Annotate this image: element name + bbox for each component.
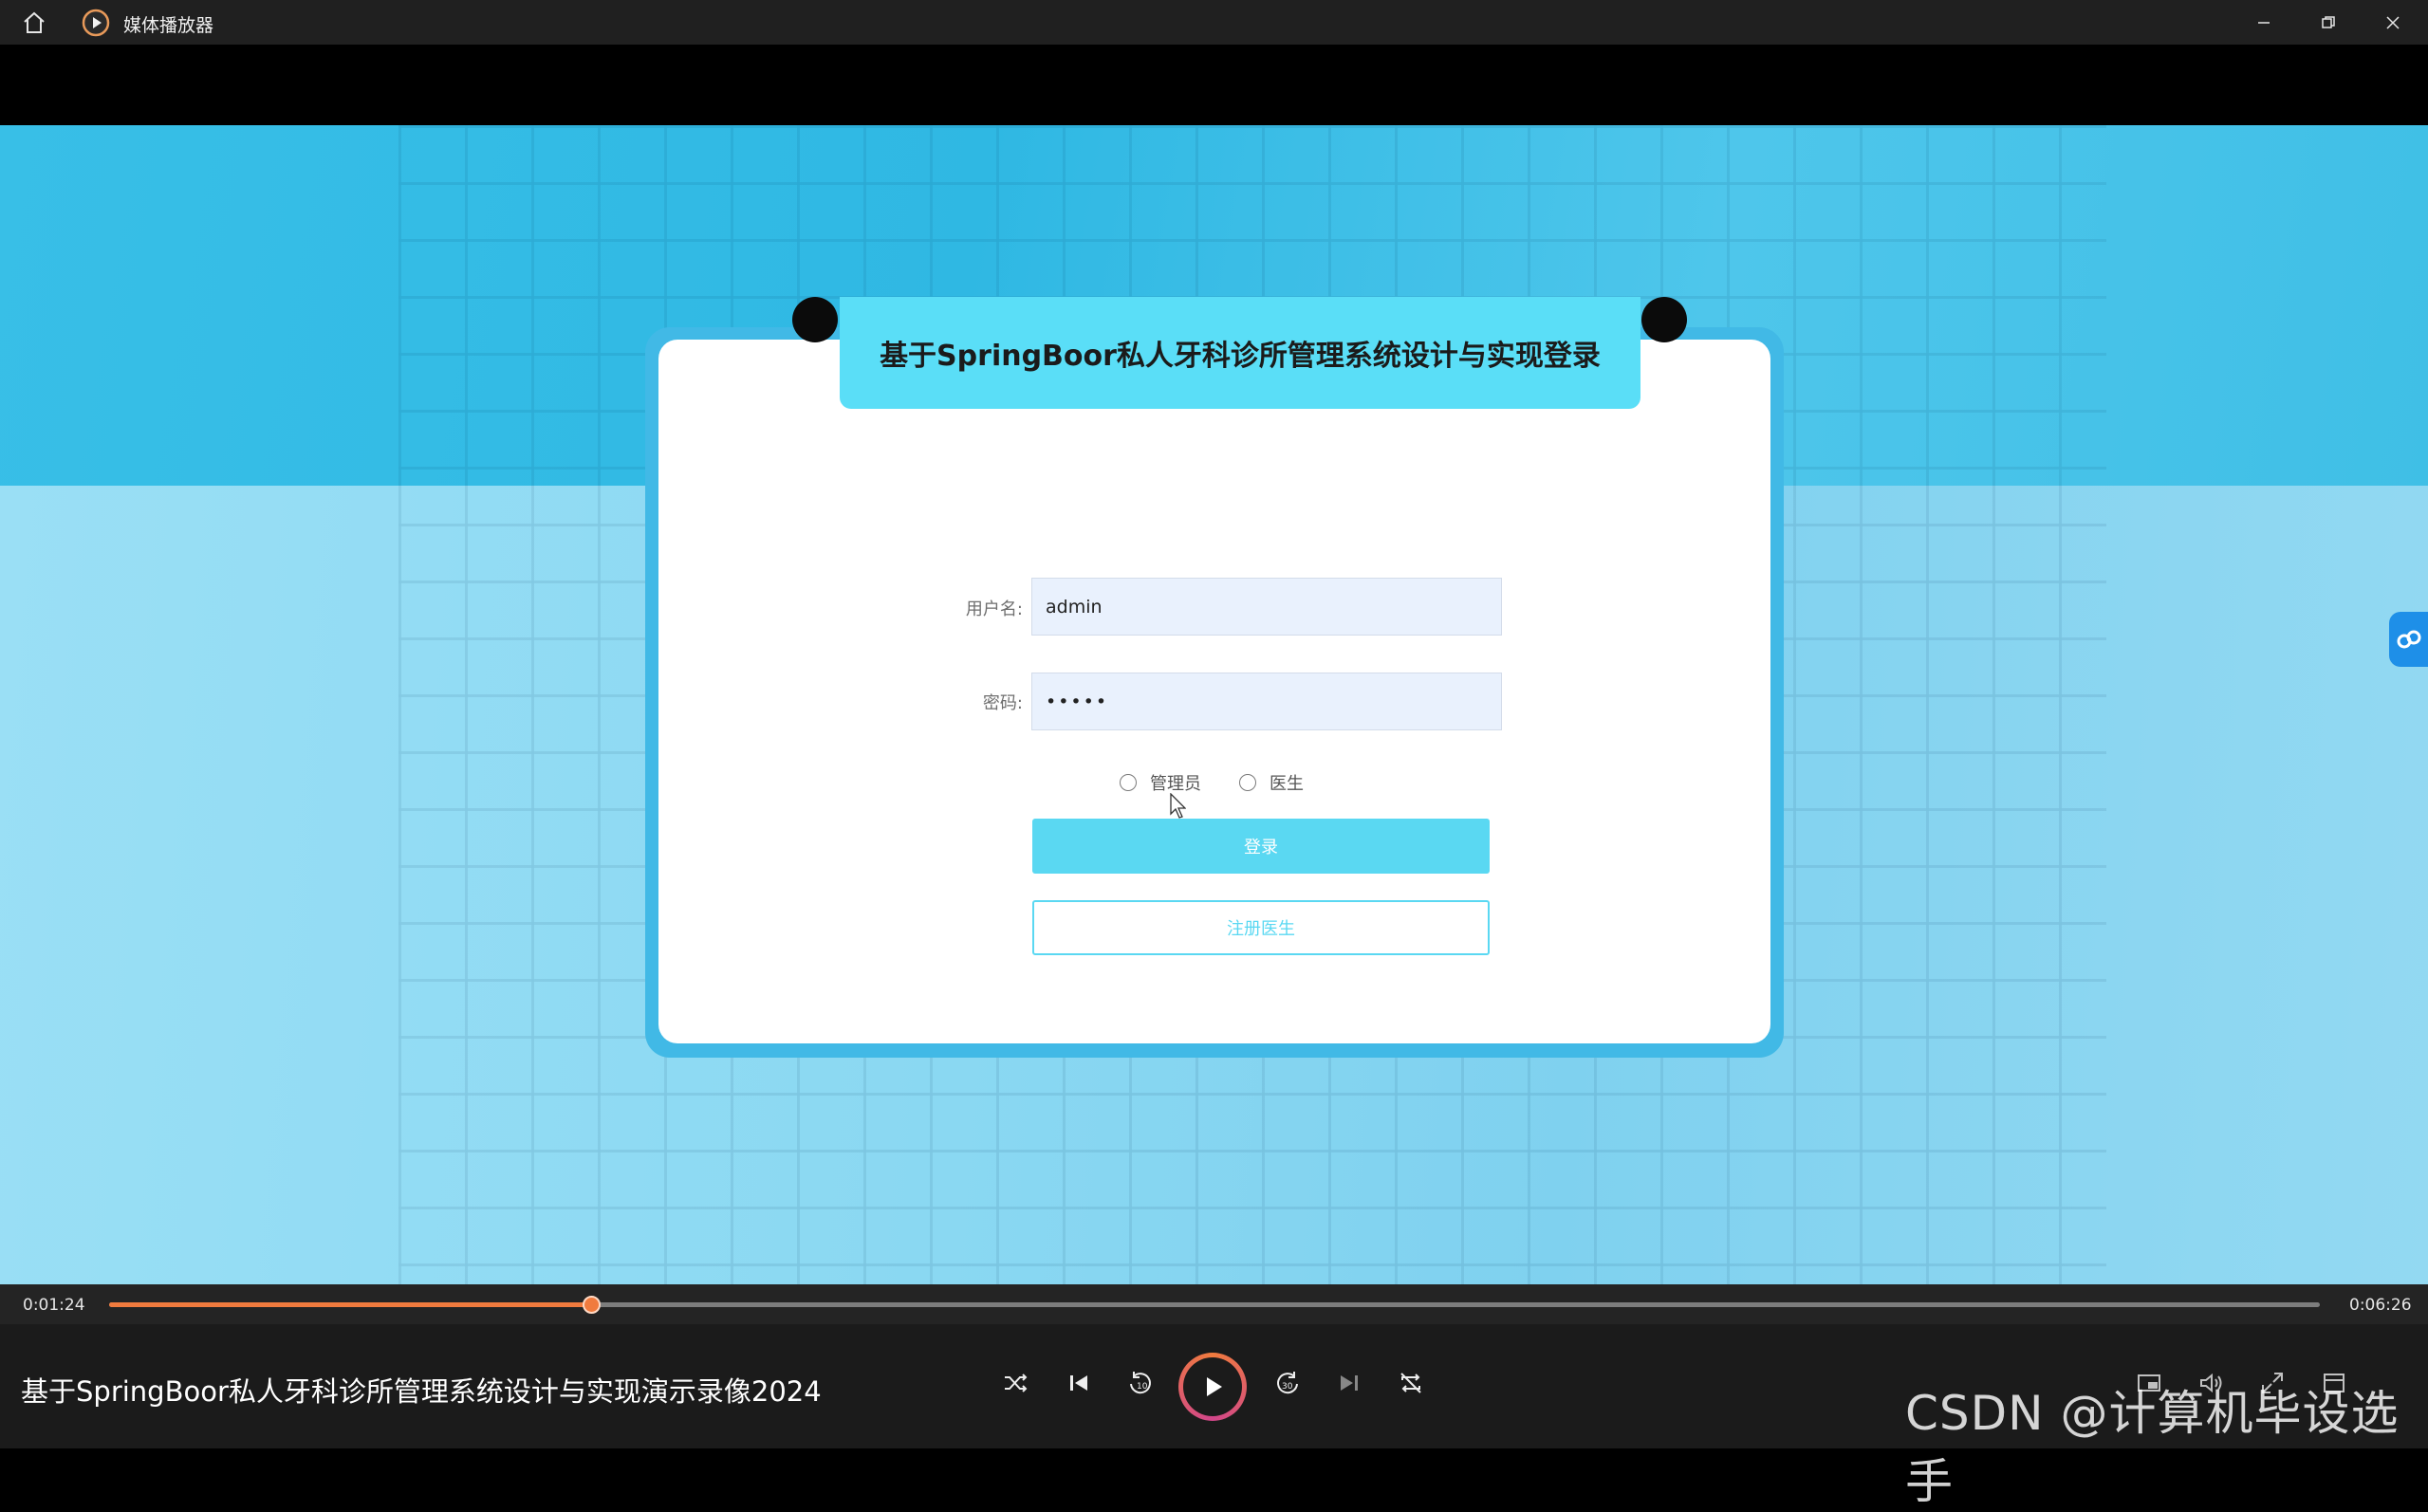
minimize-button[interactable]	[2232, 0, 2296, 45]
play-button[interactable]	[1178, 1353, 1247, 1421]
register-doctor-button[interactable]: 注册医生	[1032, 900, 1490, 955]
rewind-10-icon[interactable]: 10	[1120, 1362, 1161, 1404]
login-button[interactable]: 登录	[1032, 819, 1490, 874]
home-icon[interactable]	[19, 8, 49, 38]
player-controls: 基于SpringBoor私人牙科诊所管理系统设计与实现演示录像2024 10 3…	[0, 1324, 2428, 1509]
next-icon[interactable]	[1328, 1362, 1370, 1404]
card-decoration-right	[1641, 297, 1687, 342]
svg-text:30: 30	[1282, 1382, 1293, 1392]
login-header: 基于SpringBoor私人牙科诊所管理系统设计与实现登录	[840, 297, 1640, 409]
mouse-cursor-icon	[1169, 792, 1187, 823]
role-radio-group: 管理员 医生	[1120, 770, 1342, 795]
media-title: 基于SpringBoor私人牙科诊所管理系统设计与实现演示录像2024	[21, 1375, 822, 1408]
username-input[interactable]: admin	[1031, 578, 1502, 636]
card-decoration-left	[792, 297, 838, 342]
role-admin-label[interactable]: 管理员	[1150, 770, 1201, 795]
password-input[interactable]: •••••	[1031, 673, 1502, 730]
role-admin-radio[interactable]	[1120, 774, 1137, 791]
play-icon	[1183, 1357, 1242, 1416]
window-title: 媒体播放器	[123, 15, 214, 36]
link-icon	[2397, 630, 2420, 649]
previous-icon[interactable]	[1058, 1362, 1100, 1404]
username-label: 用户名:	[965, 599, 1023, 619]
shuffle-icon[interactable]	[994, 1362, 1036, 1404]
role-doctor-radio[interactable]	[1239, 774, 1256, 791]
svg-text:10: 10	[1137, 1382, 1148, 1392]
forward-30-icon[interactable]: 30	[1267, 1362, 1308, 1404]
seek-track[interactable]	[109, 1296, 2320, 1314]
side-float-widget[interactable]	[2389, 612, 2428, 667]
title-bar: 媒体播放器	[0, 0, 2428, 45]
repeat-off-icon[interactable]	[1390, 1362, 1432, 1404]
seek-thumb[interactable]	[582, 1296, 601, 1314]
seek-bar-area: 0:01:24 0:06:26	[0, 1284, 2428, 1324]
seek-progress	[109, 1302, 591, 1307]
restore-button[interactable]	[2296, 0, 2361, 45]
total-time: 0:06:26	[2349, 1296, 2412, 1315]
role-doctor-label[interactable]: 医生	[1270, 770, 1304, 795]
csdn-watermark: CSDN @计算机毕设选手	[1905, 1386, 2400, 1509]
password-label: 密码:	[982, 693, 1023, 713]
media-player-app-icon	[82, 9, 110, 37]
login-title: 基于SpringBoor私人牙科诊所管理系统设计与实现登录	[880, 340, 1601, 373]
current-time: 0:01:24	[23, 1296, 85, 1315]
close-button[interactable]	[2361, 0, 2425, 45]
